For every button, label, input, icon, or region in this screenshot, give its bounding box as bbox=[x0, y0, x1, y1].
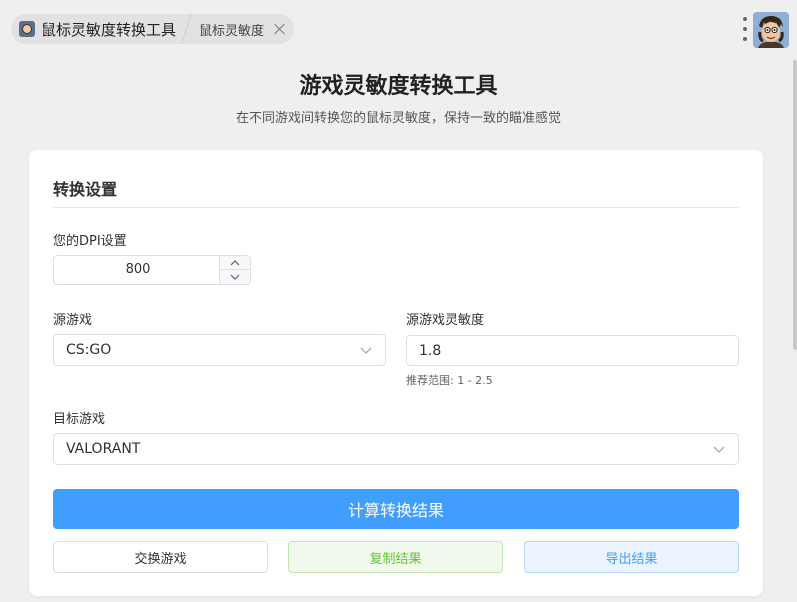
source-game-label: 源游戏 bbox=[53, 313, 93, 328]
target-game-label: 目标游戏 bbox=[53, 412, 106, 427]
copy-result-button[interactable]: 复制结果 bbox=[288, 541, 503, 573]
page-title: 游戏灵敏度转换工具 bbox=[299, 74, 498, 99]
dpi-stepper[interactable]: 800 bbox=[53, 255, 251, 285]
target-game-select[interactable]: VALORANT bbox=[53, 433, 739, 465]
browser-top-bar: 鼠标灵敏度转换工具 鼠标灵敏度 bbox=[0, 0, 797, 58]
dpi-value[interactable]: 800 bbox=[54, 256, 222, 284]
sensitivity-hint: 推荐范围: 1 - 2.5 bbox=[406, 374, 493, 387]
source-sensitivity-label: 源游戏灵敏度 bbox=[406, 313, 485, 328]
app-tab[interactable]: 鼠标灵敏度转换工具 bbox=[11, 14, 186, 44]
source-game-select[interactable]: CS:GO bbox=[53, 334, 386, 366]
chevron-down-icon bbox=[230, 274, 240, 280]
chevron-up-icon bbox=[230, 259, 240, 265]
scrollbar[interactable] bbox=[793, 60, 797, 350]
chevron-down-icon bbox=[360, 347, 372, 354]
calculate-button[interactable]: 计算转换结果 bbox=[53, 489, 739, 529]
export-result-button[interactable]: 导出结果 bbox=[524, 541, 739, 573]
source-game-value: CS:GO bbox=[66, 342, 112, 358]
conversion-settings-card: 转换设置 您的DPI设置 800 源游戏 CS:GO 源游戏灵敏度 推荐范围: … bbox=[29, 150, 763, 596]
target-game-value: VALORANT bbox=[66, 441, 141, 457]
swap-games-button[interactable]: 交换游戏 bbox=[53, 541, 268, 573]
page-subtitle: 在不同游戏间转换您的鼠标灵敏度，保持一致的瞄准感觉 bbox=[235, 111, 561, 126]
decrease-button[interactable] bbox=[220, 270, 250, 284]
page-tab[interactable]: 鼠标灵敏度 bbox=[187, 14, 294, 44]
avatar[interactable] bbox=[753, 12, 789, 48]
tab-group: 鼠标灵敏度转换工具 鼠标灵敏度 bbox=[11, 14, 295, 44]
section-title: 转换设置 bbox=[53, 180, 118, 199]
dpi-label: 您的DPI设置 bbox=[53, 234, 127, 249]
source-sensitivity-input[interactable] bbox=[407, 336, 731, 365]
more-vertical-icon[interactable] bbox=[741, 17, 749, 41]
source-sensitivity-field[interactable] bbox=[406, 335, 739, 366]
favicon-icon bbox=[19, 21, 35, 37]
increase-button[interactable] bbox=[220, 256, 250, 270]
dpi-stepper-buttons bbox=[219, 256, 250, 284]
page-tab-title: 鼠标灵敏度 bbox=[199, 23, 265, 39]
app-tab-title: 鼠标灵敏度转换工具 bbox=[41, 20, 177, 39]
section-divider bbox=[53, 207, 739, 208]
close-icon[interactable] bbox=[274, 23, 286, 35]
chevron-down-icon bbox=[713, 446, 725, 453]
